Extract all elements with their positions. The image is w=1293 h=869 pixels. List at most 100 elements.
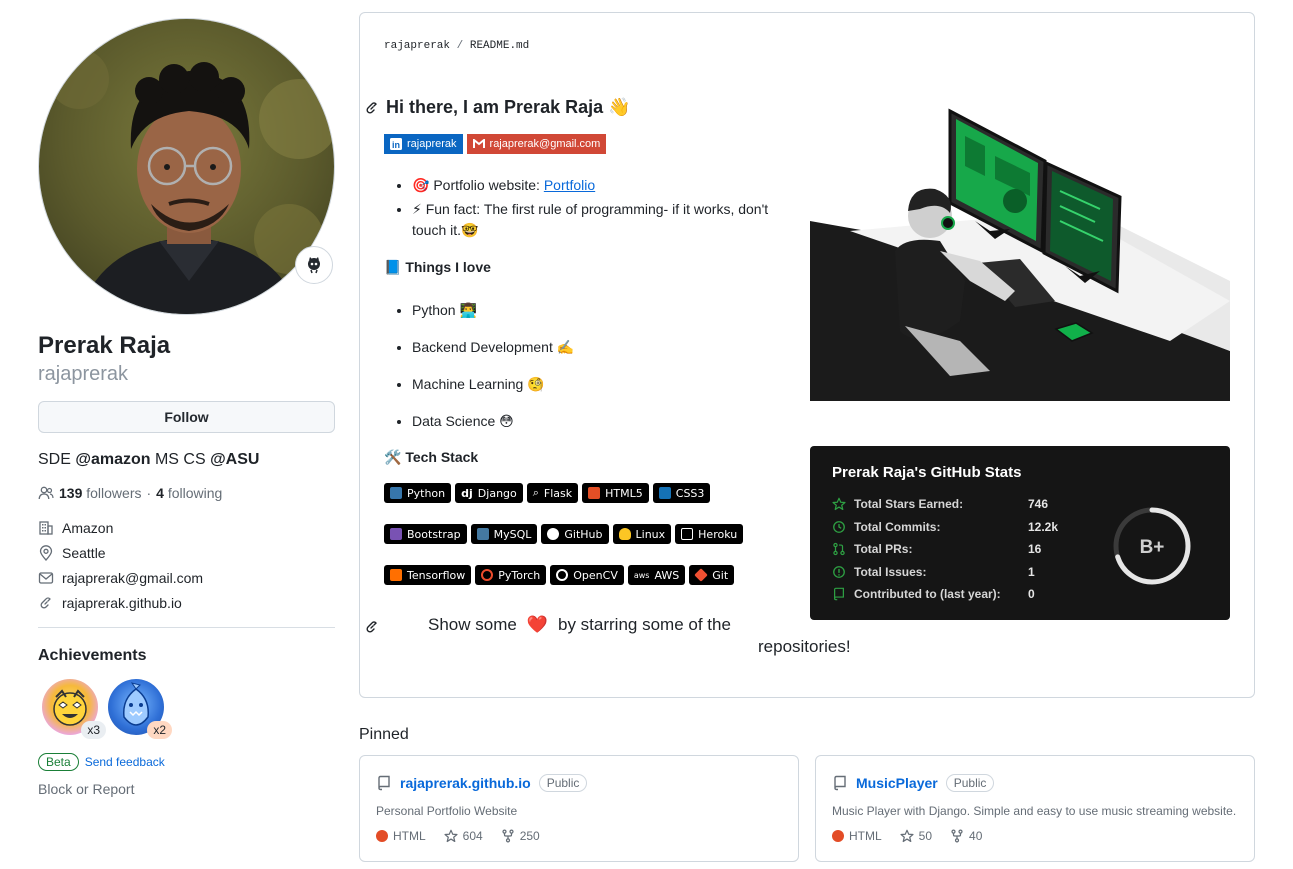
website-item[interactable]: rajaprerak.github.io bbox=[38, 590, 335, 615]
profile-details: Amazon Seattle rajaprerak@gmail.com raja… bbox=[38, 515, 335, 615]
visibility-badge: Public bbox=[945, 774, 995, 792]
repo-icon bbox=[834, 587, 844, 601]
anchor-link-icon[interactable] bbox=[364, 619, 380, 635]
portfolio-link[interactable]: Portfolio bbox=[544, 177, 595, 193]
gmail-shield[interactable]: rajaprerak@gmail.com bbox=[466, 134, 607, 154]
tech-badge-label: PyTorch bbox=[498, 568, 541, 582]
tech-badge-label: Python bbox=[407, 486, 446, 500]
repo-stars-link[interactable]: 50 bbox=[900, 829, 932, 843]
tech-badge[interactable]: Git bbox=[689, 565, 735, 585]
css3-icon bbox=[658, 487, 671, 499]
tech-badge[interactable]: PyTorch bbox=[475, 565, 547, 585]
block-report-link[interactable]: Block or Report bbox=[38, 781, 335, 797]
follow-stats: 139 followers · 4 following bbox=[38, 485, 335, 501]
link-icon bbox=[40, 596, 51, 608]
tech-badge-label: Heroku bbox=[698, 527, 738, 541]
language-label: HTML bbox=[393, 829, 426, 843]
readme-heading-text: Hi there, I am Prerak Raja 👋 bbox=[386, 97, 631, 117]
repo-forks-link[interactable]: 250 bbox=[501, 829, 540, 843]
mail-icon bbox=[38, 571, 54, 584]
tech-badge[interactable]: OpenCV bbox=[550, 565, 624, 585]
profile-name: Prerak Raja bbox=[38, 332, 171, 359]
people-icon bbox=[38, 486, 54, 500]
tech-stack-heading: 🛠️ Tech Stack bbox=[384, 449, 479, 465]
language-color-dot bbox=[376, 830, 388, 842]
grade-text: B+ bbox=[1140, 537, 1165, 558]
stats-label: Total Commits: bbox=[854, 519, 941, 534]
mysql-icon bbox=[476, 528, 489, 540]
tech-badge-row: Tensorflow PyTorch OpenCV aws AWS Git bbox=[384, 565, 735, 585]
stats-row: Total Stars Earned: 746 bbox=[832, 493, 1058, 516]
repo-icon bbox=[378, 775, 390, 791]
list-item: Data Science 😳 bbox=[412, 410, 574, 447]
tech-badge-label: Bootstrap bbox=[407, 527, 461, 541]
stats-label: Total PRs: bbox=[854, 542, 913, 557]
tech-badge[interactable]: Heroku bbox=[675, 524, 744, 544]
followers-label: followers bbox=[86, 485, 142, 501]
tech-badge[interactable]: MySQL bbox=[470, 524, 538, 544]
repo-name-link[interactable]: MusicPlayer bbox=[856, 775, 938, 791]
show-some-text: by starring some of the bbox=[558, 615, 731, 634]
repo-name-link[interactable]: rajaprerak.github.io bbox=[400, 775, 531, 791]
location-text: Seattle bbox=[62, 544, 106, 561]
forks-count: 40 bbox=[969, 829, 983, 843]
set-status-button[interactable] bbox=[295, 246, 333, 284]
django-icon: dj bbox=[461, 486, 473, 500]
readme-path-user[interactable]: rajaprerak bbox=[384, 40, 450, 52]
stats-row: Total Issues: 1 bbox=[832, 561, 1058, 584]
readme-path: rajaprerak / README.md bbox=[384, 40, 529, 52]
readme-path-file[interactable]: README.md bbox=[470, 40, 529, 52]
opencv-icon bbox=[556, 569, 569, 581]
pull-shark-badge[interactable]: x2 bbox=[108, 679, 172, 739]
tech-badge-label: MySQL bbox=[493, 527, 532, 541]
bio-text: MS CS bbox=[150, 451, 211, 468]
stars-count: 50 bbox=[918, 829, 933, 843]
linkedin-shield[interactable]: in rajaprerak bbox=[384, 134, 463, 154]
tech-badge[interactable]: Python bbox=[384, 483, 452, 503]
website-link[interactable]: rajaprerak.github.io bbox=[62, 595, 182, 611]
repo-forks-link[interactable]: 40 bbox=[950, 829, 982, 843]
starstruck-badge[interactable]: x3 bbox=[42, 679, 106, 739]
tech-badge[interactable]: CSS3 bbox=[652, 483, 711, 503]
email-link[interactable]: rajaprerak@gmail.com bbox=[62, 570, 203, 586]
profile-bio: SDE @amazon MS CS @ASU bbox=[38, 451, 335, 469]
repo-icon bbox=[834, 775, 846, 791]
tech-badge[interactable]: aws AWS bbox=[627, 565, 686, 585]
tech-badge[interactable]: Bootstrap bbox=[384, 524, 467, 544]
stats-title: Prerak Raja's GitHub Stats bbox=[832, 464, 1022, 481]
badge-count: x3 bbox=[81, 721, 106, 739]
badge-count: x2 bbox=[147, 721, 172, 739]
linkedin-shield-label: rajaprerak bbox=[407, 138, 457, 150]
stats-value: 1 bbox=[1028, 564, 1035, 579]
readme-heading: Hi there, I am Prerak Raja 👋 bbox=[364, 97, 631, 118]
pinned-repo-header: MusicPlayer Public bbox=[832, 774, 995, 792]
bootstrap-icon bbox=[390, 528, 402, 540]
followers-link[interactable]: 139 followers bbox=[59, 485, 142, 501]
following-link[interactable]: 4 following bbox=[156, 485, 222, 501]
feedback-row: Beta Send feedback bbox=[38, 753, 335, 771]
email-item[interactable]: rajaprerak@gmail.com bbox=[38, 565, 335, 590]
anchor-link-icon[interactable] bbox=[364, 100, 380, 116]
follow-button[interactable]: Follow bbox=[38, 401, 335, 433]
bio-text: SDE bbox=[38, 451, 76, 468]
stars-count: 604 bbox=[462, 829, 483, 843]
tech-badge[interactable]: Linux bbox=[612, 524, 672, 544]
tech-badge[interactable]: HTML5 bbox=[582, 483, 649, 503]
profile-sidebar: Prerak Raja rajaprerak Follow SDE @amazo… bbox=[38, 18, 335, 797]
tech-badge[interactable]: ⌕ Flask bbox=[526, 483, 579, 503]
bio-mention-asu[interactable]: @ASU bbox=[210, 451, 259, 468]
tech-badge[interactable]: dj Django bbox=[455, 483, 523, 503]
tech-badge[interactable]: Tensorflow bbox=[384, 565, 472, 585]
achievement-badges: x3 x2 bbox=[38, 679, 335, 739]
repo-stars-link[interactable]: 604 bbox=[444, 829, 483, 843]
bio-mention-amazon[interactable]: @amazon bbox=[75, 451, 150, 468]
star-icon bbox=[900, 829, 914, 843]
repo-description: Personal Portfolio Website bbox=[376, 804, 518, 818]
tech-badge[interactable]: GitHub bbox=[541, 524, 609, 544]
divider bbox=[38, 627, 335, 628]
avatar[interactable] bbox=[38, 18, 335, 315]
send-feedback-link[interactable]: Send feedback bbox=[85, 755, 165, 769]
git-icon bbox=[694, 568, 709, 582]
language-label: HTML bbox=[849, 829, 882, 843]
pinned-title: Pinned bbox=[359, 726, 409, 743]
